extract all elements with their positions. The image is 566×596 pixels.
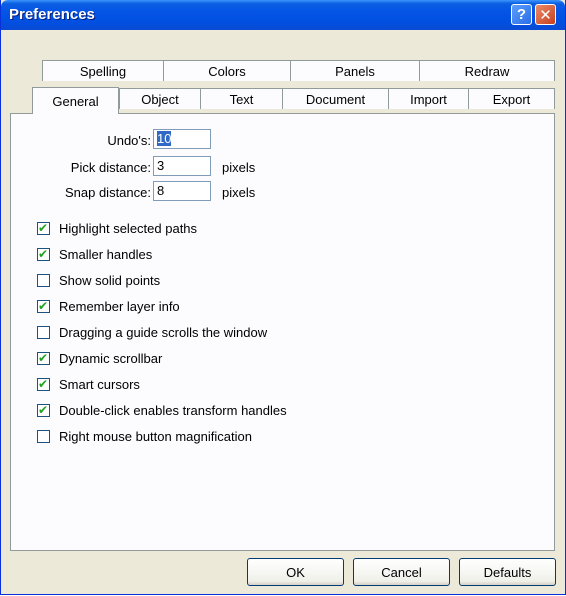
tab-document[interactable]: Document bbox=[282, 88, 389, 109]
tab-import[interactable]: Import bbox=[388, 88, 469, 109]
option-show-solid-points[interactable]: Show solid points bbox=[37, 271, 160, 289]
checkbox[interactable] bbox=[37, 298, 50, 314]
option-highlight-selected-paths[interactable]: Highlight selected paths bbox=[37, 219, 197, 237]
checkbox[interactable] bbox=[37, 220, 50, 236]
tab-export[interactable]: Export bbox=[468, 88, 555, 109]
close-icon: ✕ bbox=[539, 6, 552, 24]
checkbox[interactable] bbox=[37, 402, 50, 418]
cancel-button[interactable]: Cancel bbox=[353, 558, 450, 586]
tab-spelling[interactable]: Spelling bbox=[42, 60, 164, 81]
help-icon: ? bbox=[516, 6, 527, 23]
option-right-mouse-magnification[interactable]: Right mouse button magnification bbox=[37, 427, 252, 445]
snap-distance-label: Snap distance: bbox=[64, 185, 151, 200]
snap-distance-unit: pixels bbox=[222, 185, 256, 200]
tab-object[interactable]: Object bbox=[119, 88, 201, 109]
option-double-click-transform[interactable]: Double-click enables transform handles bbox=[37, 401, 287, 419]
defaults-button[interactable]: Defaults bbox=[459, 558, 556, 586]
tab-general[interactable]: General bbox=[32, 87, 119, 114]
option-remember-layer-info[interactable]: Remember layer info bbox=[37, 297, 180, 315]
pick-distance-input[interactable]: 3 bbox=[153, 156, 211, 176]
checkbox[interactable] bbox=[37, 246, 50, 262]
title-bar[interactable]: Preferences ? ✕ bbox=[1, 0, 565, 30]
window-title: Preferences bbox=[9, 6, 95, 23]
ok-button[interactable]: OK bbox=[247, 558, 344, 586]
undos-input[interactable]: 10 bbox=[153, 129, 211, 149]
tab-colors[interactable]: Colors bbox=[163, 60, 291, 81]
checkbox[interactable] bbox=[37, 350, 50, 366]
checkbox[interactable] bbox=[37, 429, 50, 443]
option-dynamic-scrollbar[interactable]: Dynamic scrollbar bbox=[37, 349, 162, 367]
pick-distance-label: Pick distance: bbox=[70, 160, 151, 175]
undos-label: Undo's: bbox=[107, 133, 151, 148]
pick-distance-unit: pixels bbox=[222, 160, 256, 175]
dialog-content: Spelling Colors Panels Redraw General Ob… bbox=[4, 30, 562, 592]
option-smaller-handles[interactable]: Smaller handles bbox=[37, 245, 152, 263]
option-smart-cursors[interactable]: Smart cursors bbox=[37, 375, 140, 393]
option-dragging-guide-scrolls[interactable]: Dragging a guide scrolls the window bbox=[37, 323, 267, 341]
tab-panels[interactable]: Panels bbox=[290, 60, 420, 81]
tab-redraw[interactable]: Redraw bbox=[419, 60, 555, 81]
tab-text[interactable]: Text bbox=[200, 88, 283, 109]
checkbox[interactable] bbox=[37, 325, 50, 339]
general-panel: Undo's: 10 Pick distance: 3 pixels Snap … bbox=[10, 113, 555, 551]
checkbox[interactable] bbox=[37, 273, 50, 287]
close-button[interactable]: ✕ bbox=[535, 4, 556, 25]
preferences-window: Preferences ? ✕ Spelling Colors Panels R… bbox=[0, 0, 566, 595]
snap-distance-input[interactable]: 8 bbox=[153, 181, 211, 201]
help-button[interactable]: ? bbox=[511, 4, 532, 25]
checkbox[interactable] bbox=[37, 376, 50, 392]
